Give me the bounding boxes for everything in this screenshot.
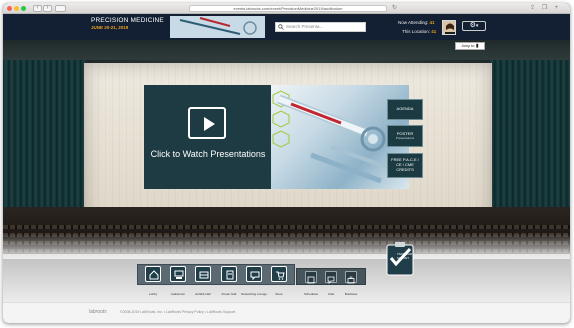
nav-schedules-button[interactable] <box>305 271 317 284</box>
new-tab-icon[interactable]: + <box>553 5 560 12</box>
footer-logo: labroots <box>89 309 107 315</box>
free-credits-button[interactable]: FREE P.A.C.E / CE / CME CREDITS <box>387 153 423 178</box>
nav-store-button[interactable] <box>271 266 287 282</box>
nav-lobby-button[interactable] <box>145 266 161 282</box>
search-icon <box>278 24 284 30</box>
attending-label: Now Attending: <box>398 20 429 25</box>
exhibit-hall-icon <box>199 271 209 279</box>
close-window-button[interactable] <box>7 6 12 11</box>
chevron-down-icon: ▾ <box>475 23 479 29</box>
nav-exhibit-hall-label: Exhibit Hall <box>195 292 211 296</box>
tabs-icon[interactable]: ❐ <box>541 5 548 12</box>
browser-window: ‹ › events.labroots.com/event/PrecisionM… <box>3 3 570 323</box>
search-input[interactable]: Search Presenta... <box>275 22 366 32</box>
nav-networking-lounge-button[interactable] <box>246 266 262 282</box>
maximize-window-button[interactable] <box>21 6 26 11</box>
event-title: PRECISION MEDICINE <box>91 17 164 24</box>
sidebar-icon[interactable] <box>55 5 66 12</box>
location-label: This Location: <box>402 29 431 34</box>
location-status: This Location: 41 <box>402 29 436 34</box>
location-count: 41 <box>431 29 437 34</box>
nav-lobby-label: Lobby <box>148 292 158 296</box>
store-icon <box>276 271 285 280</box>
watch-presentations-label: Click to Watch Presentations <box>150 149 266 159</box>
settings-button[interactable]: ⚙▾ <box>462 21 486 31</box>
event-dates: JUNE 20-21, 2019 <box>91 25 129 30</box>
lobby-icon <box>149 270 159 280</box>
page-footer: labroots ©2008-2019 LabRoots, Inc. • Lab… <box>3 302 570 323</box>
agenda-label: AGENDA <box>396 106 414 111</box>
take-survey-button[interactable]: TAKE OUR SURVEY <box>383 241 417 277</box>
nav-chat-button[interactable] <box>325 271 337 284</box>
play-icon[interactable] <box>188 107 226 139</box>
poster-sublabel: Presentations <box>395 136 415 140</box>
auditorium-icon <box>174 270 184 279</box>
credits-label: FREE P.A.C.E / CE / CME CREDITS <box>391 157 419 172</box>
back-button[interactable]: ‹ <box>33 5 42 12</box>
avatar[interactable] <box>442 20 456 35</box>
minimize-window-button[interactable] <box>14 6 19 11</box>
share-icon[interactable]: ⇪ <box>529 5 536 12</box>
chat-icon <box>327 276 335 284</box>
footer-links[interactable]: ©2008-2019 LabRoots, Inc. • LabRoots Pri… <box>120 310 235 314</box>
watch-presentations-panel[interactable]: Click to Watch Presentations <box>144 85 272 189</box>
nav-auditorium-label: Auditorium <box>170 292 186 296</box>
nav-briefcase-button[interactable] <box>345 271 357 284</box>
nav-auditorium-button[interactable] <box>170 266 186 282</box>
jump-to-button[interactable]: Jump to: ▮ <box>455 42 485 50</box>
forward-button[interactable]: › <box>43 5 52 12</box>
briefcase-icon <box>347 276 355 284</box>
schedules-icon <box>307 276 315 284</box>
header-banner-image <box>170 16 265 38</box>
poster-presentations-button[interactable]: POSTER Presentations <box>387 125 423 147</box>
browser-toolbar: ‹ › events.labroots.com/event/PrecisionM… <box>3 3 570 14</box>
poster-hall-icon <box>226 270 234 280</box>
nav-networking-lounge-label: Networking Lounge <box>241 292 267 296</box>
nav-store-label: Store <box>275 292 283 296</box>
nav-briefcase-label: Briefcase <box>344 292 358 296</box>
agenda-button[interactable]: AGENDA <box>387 99 423 120</box>
nav-exhibit-hall-button[interactable] <box>195 266 211 282</box>
attending-count: 41 <box>429 20 435 25</box>
attending-status: Now Attending: 41 <box>398 20 435 25</box>
jump-to-label: Jump to: <box>461 44 475 48</box>
address-bar[interactable]: events.labroots.com/event/PrecisionMedic… <box>189 5 387 12</box>
speaker-icon: ▮ <box>475 43 479 49</box>
survey-label: TAKE OUR SURVEY <box>397 252 413 260</box>
nav-poster-hall-button[interactable] <box>221 266 237 282</box>
networking-lounge-icon <box>250 271 260 281</box>
nav-poster-hall-label: Poster Hall <box>221 292 237 296</box>
reload-icon[interactable]: ↻ <box>391 5 398 12</box>
search-placeholder: Search Presenta... <box>286 24 324 29</box>
